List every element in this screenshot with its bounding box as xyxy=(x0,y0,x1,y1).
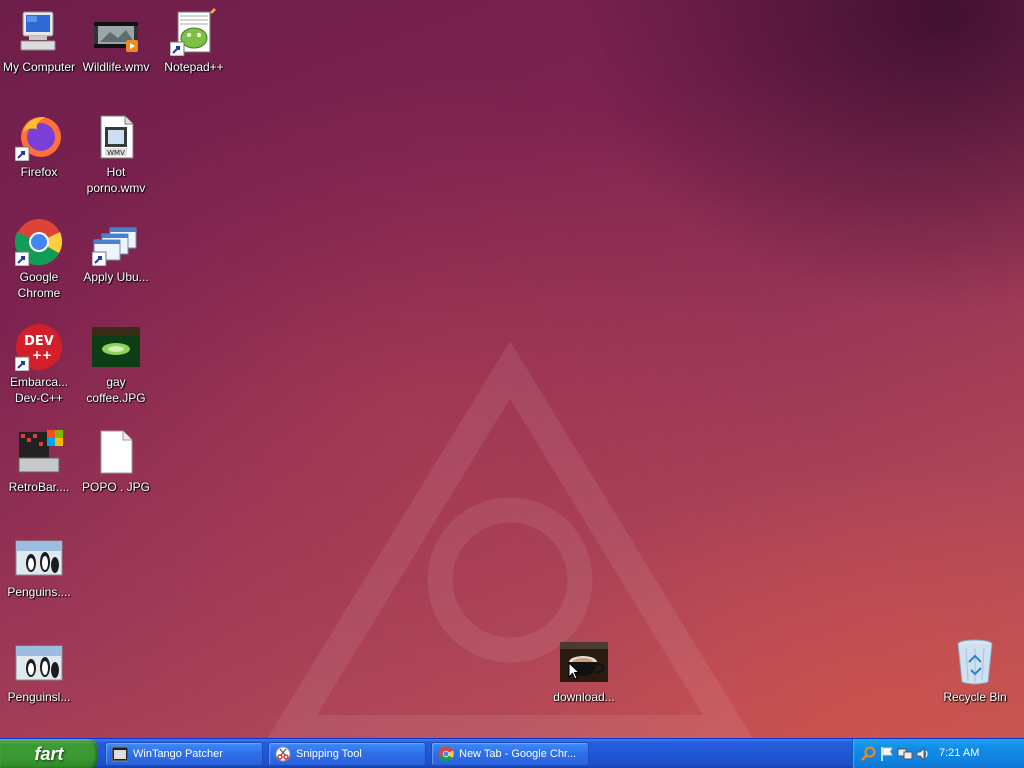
penguins-thumbnail-icon xyxy=(15,540,63,576)
video-file-icon xyxy=(94,22,138,52)
desktop-icon-dev-cpp[interactable]: DEV ++ Embarca... Dev-C++ xyxy=(0,323,78,406)
icon-label: Google Chrome xyxy=(17,270,61,300)
start-button[interactable]: fart xyxy=(0,739,98,768)
icon-label: Penguins.... xyxy=(7,585,71,599)
computer-icon xyxy=(20,11,56,51)
image-thumbnail-icon xyxy=(92,327,140,367)
desktop-icon-google-chrome[interactable]: Google Chrome xyxy=(0,218,78,301)
dev-cpp-icon: DEV ++ xyxy=(15,324,62,371)
icon-label: Recycle Bin xyxy=(943,690,1007,704)
desktop-icon-firefox[interactable]: Firefox xyxy=(0,113,78,180)
taskbar: fart WinTango Patcher Snipping Tool New … xyxy=(0,738,1024,768)
taskbar-button-label: WinTango Patcher xyxy=(133,748,223,760)
icon-label: Hot porno.wmv xyxy=(86,165,146,195)
taskbar-button-google-chrome[interactable]: New Tab - Google Chr... xyxy=(431,742,589,766)
desktop-icon-my-computer[interactable]: My Computer xyxy=(0,8,78,75)
icon-label: download... xyxy=(553,690,615,704)
icon-label: Wildlife.wmv xyxy=(82,60,150,74)
icon-label: RetroBar.... xyxy=(8,480,70,494)
start-button-label: fart xyxy=(34,743,64,764)
desktop-icon-notepadpp[interactable]: Notepad++ xyxy=(155,8,233,75)
icon-label: Apply Ubu... xyxy=(83,270,149,284)
desktop-icon-download[interactable]: download... xyxy=(545,638,623,705)
system-tray: 7:21 AM xyxy=(852,739,1024,768)
desktop-icon-recycle-bin[interactable]: Recycle Bin xyxy=(936,638,1014,705)
icon-label: Notepad++ xyxy=(164,60,224,74)
windows-stack-icon xyxy=(92,227,137,266)
icon-label: Embarca... Dev-C++ xyxy=(9,375,69,405)
desktop-icon-penguins-2[interactable]: Penguinsl... xyxy=(0,638,78,705)
network-icon[interactable] xyxy=(897,746,913,762)
taskbar-button-wintango-patcher[interactable]: WinTango Patcher xyxy=(105,742,263,766)
chrome-icon xyxy=(15,219,63,266)
wmv-file-icon: WMV xyxy=(100,115,134,159)
desktop-icon-popo-jpg[interactable]: POPO . JPG xyxy=(77,428,155,495)
icon-label: gay coffee.JPG xyxy=(86,375,146,405)
taskbar-button-label: Snipping Tool xyxy=(296,748,362,760)
svg-text:++: ++ xyxy=(32,348,52,362)
retrobar-icon xyxy=(18,430,63,473)
search-icon[interactable] xyxy=(861,746,877,762)
icon-label: My Computer xyxy=(2,60,76,74)
app-window-icon xyxy=(112,746,128,762)
svg-text:DEV: DEV xyxy=(24,334,54,349)
taskbar-clock[interactable]: 7:21 AM xyxy=(939,747,979,759)
taskbar-button-label: New Tab - Google Chr... xyxy=(459,748,577,760)
notepadpp-icon xyxy=(170,8,216,56)
mouse-cursor-icon xyxy=(568,662,580,680)
desktop-icon-hot-wmv[interactable]: WMV Hot porno.wmv xyxy=(77,113,155,196)
volume-icon[interactable] xyxy=(915,746,931,762)
desktop-icon-gay-coffee-jpg[interactable]: gay coffee.JPG xyxy=(77,323,155,406)
chrome-icon xyxy=(438,746,454,762)
flag-icon[interactable] xyxy=(879,746,895,762)
icon-label: POPO . JPG xyxy=(81,480,150,494)
blank-file-icon xyxy=(100,430,133,474)
desktop-icon-apply-ubu[interactable]: Apply Ubu... xyxy=(77,218,155,285)
scissors-icon xyxy=(275,746,291,762)
icon-label: Penguinsl... xyxy=(7,690,71,704)
icon-label: Firefox xyxy=(20,165,58,179)
wmv-badge: WMV xyxy=(107,149,125,157)
desktop-icon-retrobar[interactable]: RetroBar.... xyxy=(0,428,78,495)
firefox-icon xyxy=(15,117,61,161)
recycle-bin-icon xyxy=(957,639,993,685)
wallpaper-watermark xyxy=(263,341,757,745)
desktop-icon-penguins[interactable]: Penguins.... xyxy=(0,533,78,600)
desktop-icon-wildlife-wmv[interactable]: Wildlife.wmv xyxy=(77,8,155,75)
taskbar-button-snipping-tool[interactable]: Snipping Tool xyxy=(268,742,426,766)
penguins-thumbnail-icon xyxy=(15,645,63,681)
